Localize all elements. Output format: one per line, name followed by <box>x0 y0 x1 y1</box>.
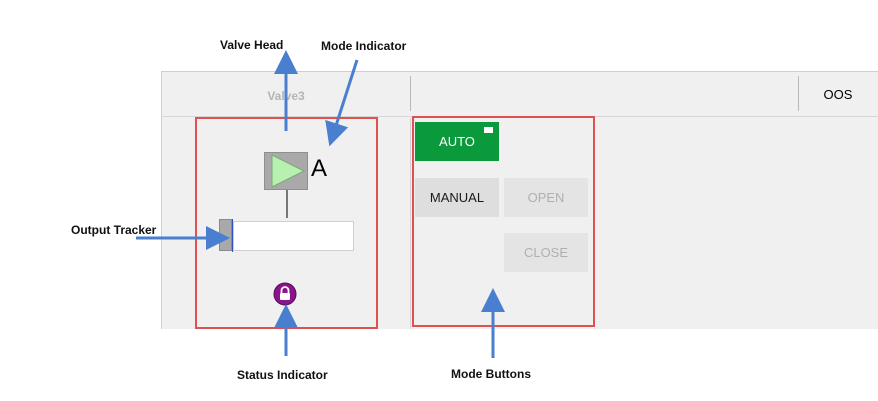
mode-buttons-label: Mode Buttons <box>451 367 531 381</box>
mode-indicator-arrow <box>325 59 359 147</box>
status-indicator-label: Status Indicator <box>237 368 328 382</box>
annotation-arrows <box>136 50 505 358</box>
output-tracker-label: Output Tracker <box>71 223 157 237</box>
mode-indicator-label: Mode Indicator <box>321 39 407 53</box>
valve-head-label: Valve Head <box>220 38 284 52</box>
